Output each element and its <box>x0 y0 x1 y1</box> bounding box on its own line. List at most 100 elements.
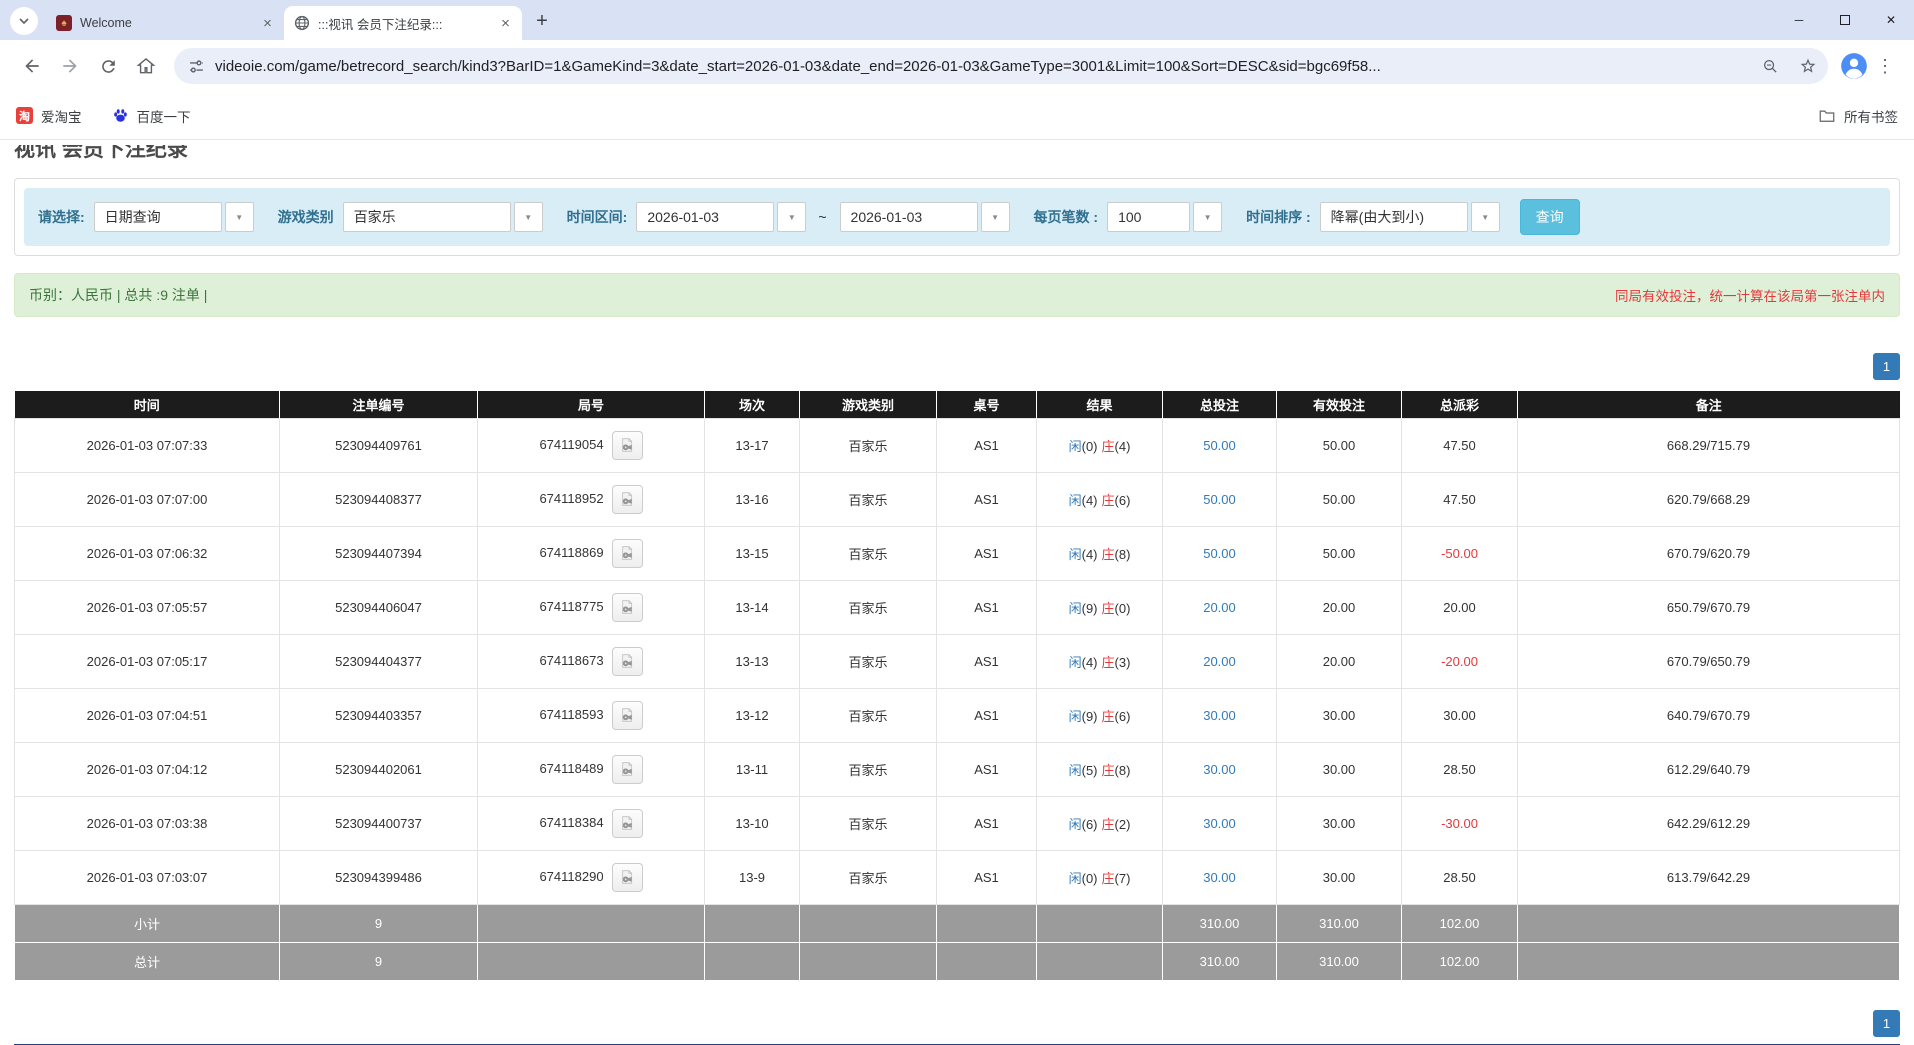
tab-close-icon[interactable]: × <box>259 15 276 32</box>
banker-label: 庄 <box>1102 871 1115 886</box>
game-kind-dropdown[interactable]: 百家乐 ▼ <box>343 202 543 232</box>
total-bet-link[interactable]: 20.00 <box>1203 600 1236 615</box>
table-row: 2026-01-03 07:04:51 523094403357 6741185… <box>15 688 1900 742</box>
pagination-bottom: 1 <box>14 1010 1900 1037</box>
back-button[interactable] <box>14 48 50 84</box>
video-replay-button[interactable] <box>612 701 643 730</box>
round-id-text: 674118489 <box>539 760 603 775</box>
game-kind-value: 百家乐 <box>343 202 511 232</box>
subtotal-row: 小计9310.00310.00102.00 <box>15 904 1900 942</box>
total-bet-link[interactable]: 30.00 <box>1203 708 1236 723</box>
cell-round-id: 674118290 <box>478 850 705 904</box>
date-start-dropdown[interactable]: 2026-01-03 ▼ <box>636 202 806 232</box>
tab-title: :::视讯 会员下注纪录::: <box>318 14 489 33</box>
tab-welcome[interactable]: ♠ Welcome × <box>46 6 284 40</box>
cell-note: 620.79/668.29 <box>1518 472 1900 526</box>
taobao-icon: 淘 <box>16 107 33 124</box>
table-header-row: 时间注单编号局号场次游戏类别桌号结果总投注有效投注总派彩备注 <box>15 391 1900 418</box>
player-score: (4) <box>1082 547 1098 562</box>
site-settings-tune-icon[interactable] <box>188 58 205 75</box>
all-bookmarks-button[interactable]: 所有书签 <box>1818 106 1898 126</box>
total-bet-link[interactable]: 50.00 <box>1203 492 1236 507</box>
column-header: 备注 <box>1518 391 1900 418</box>
total-bet-link[interactable]: 50.00 <box>1203 438 1236 453</box>
film-icon <box>619 653 635 669</box>
page-1-button[interactable]: 1 <box>1873 1010 1900 1037</box>
cell-payout: 30.00 <box>1402 688 1518 742</box>
total-bet-link[interactable]: 30.00 <box>1203 870 1236 885</box>
banker-label: 庄 <box>1102 655 1115 670</box>
total-cell <box>937 904 1037 942</box>
cell-result: 闲(5)庄(8) <box>1037 742 1163 796</box>
cell-game-kind: 百家乐 <box>800 418 937 472</box>
total-cell <box>800 942 937 980</box>
bookmark-baidu[interactable]: 百度一下 <box>112 106 191 126</box>
cell-time: 2026-01-03 07:04:51 <box>15 688 280 742</box>
total-cell: 小计 <box>15 904 280 942</box>
chevron-down-icon[interactable]: ▼ <box>1471 202 1500 232</box>
per-page-dropdown[interactable]: 100 ▼ <box>1107 202 1222 232</box>
video-replay-button[interactable] <box>612 539 643 568</box>
tab-search-button[interactable] <box>10 7 38 35</box>
bookmark-taobao[interactable]: 淘 爱淘宝 <box>16 106 82 126</box>
profile-avatar[interactable] <box>1840 52 1868 80</box>
query-type-dropdown[interactable]: 日期查询 ▼ <box>94 202 254 232</box>
address-bar[interactable]: videoie.com/game/betrecord_search/kind3?… <box>174 48 1828 84</box>
maximize-button[interactable] <box>1822 0 1868 40</box>
new-tab-button[interactable]: + <box>528 7 556 35</box>
total-bet-link[interactable]: 20.00 <box>1203 654 1236 669</box>
cell-bet-id: 523094407394 <box>280 526 478 580</box>
cell-table: AS1 <box>937 418 1037 472</box>
date-end-dropdown[interactable]: 2026-01-03 ▼ <box>840 202 1010 232</box>
minimize-button[interactable]: ─ <box>1776 0 1822 40</box>
cell-bet-id: 523094408377 <box>280 472 478 526</box>
cell-game-kind: 百家乐 <box>800 634 937 688</box>
home-button[interactable] <box>128 48 164 84</box>
video-replay-button[interactable] <box>612 485 643 514</box>
browser-menu-button[interactable]: ⋮ <box>1870 48 1900 84</box>
page-1-button[interactable]: 1 <box>1873 353 1900 380</box>
chevron-down-icon[interactable]: ▼ <box>1193 202 1222 232</box>
video-replay-button[interactable] <box>612 863 643 892</box>
column-header: 局号 <box>478 391 705 418</box>
video-replay-button[interactable] <box>612 593 643 622</box>
cell-time: 2026-01-03 07:06:32 <box>15 526 280 580</box>
url-text[interactable]: videoie.com/game/betrecord_search/kind3?… <box>215 58 1746 75</box>
summary-bar: 币别：人民币 | 总共 :9 注单 | 同局有效投注，统一计算在该局第一张注单内 <box>14 273 1900 317</box>
total-bet-link[interactable]: 30.00 <box>1203 816 1236 831</box>
video-replay-button[interactable] <box>612 647 643 676</box>
film-icon <box>619 869 635 885</box>
globe-favicon <box>294 15 310 31</box>
video-replay-button[interactable] <box>612 809 643 838</box>
tab-close-icon[interactable]: × <box>497 15 514 32</box>
banker-label: 庄 <box>1102 709 1115 724</box>
sort-dropdown[interactable]: 降幂(由大到小) ▼ <box>1320 202 1500 232</box>
film-icon <box>619 707 635 723</box>
cell-round-id: 674118489 <box>478 742 705 796</box>
banker-label: 庄 <box>1102 817 1115 832</box>
total-cell: 总计 <box>15 942 280 980</box>
total-bet-link[interactable]: 30.00 <box>1203 762 1236 777</box>
chevron-down-icon[interactable]: ▼ <box>981 202 1010 232</box>
video-replay-button[interactable] <box>612 755 643 784</box>
round-id-text: 674118673 <box>539 652 603 667</box>
cell-game-kind: 百家乐 <box>800 526 937 580</box>
total-bet-link[interactable]: 50.00 <box>1203 546 1236 561</box>
forward-button[interactable] <box>52 48 88 84</box>
bet-record-table: 时间注单编号局号场次游戏类别桌号结果总投注有效投注总派彩备注 2026-01-0… <box>14 391 1900 981</box>
close-window-button[interactable]: ✕ <box>1868 0 1914 40</box>
chevron-down-icon[interactable]: ▼ <box>225 202 254 232</box>
video-replay-button[interactable] <box>612 431 643 460</box>
browser-toolbar: videoie.com/game/betrecord_search/kind3?… <box>0 40 1914 92</box>
table-row: 2026-01-03 07:03:07 523094399486 6741182… <box>15 850 1900 904</box>
zoom-button[interactable] <box>1756 52 1784 80</box>
cell-note: 668.29/715.79 <box>1518 418 1900 472</box>
search-button[interactable]: 查询 <box>1520 199 1580 235</box>
round-id-text: 674118384 <box>539 814 603 829</box>
bookmark-star-button[interactable] <box>1794 52 1822 80</box>
chevron-down-icon[interactable]: ▼ <box>777 202 806 232</box>
reload-button[interactable] <box>90 48 126 84</box>
tab-betrecord[interactable]: :::视讯 会员下注纪录::: × <box>284 6 522 40</box>
player-score: (4) <box>1082 493 1098 508</box>
chevron-down-icon[interactable]: ▼ <box>514 202 543 232</box>
